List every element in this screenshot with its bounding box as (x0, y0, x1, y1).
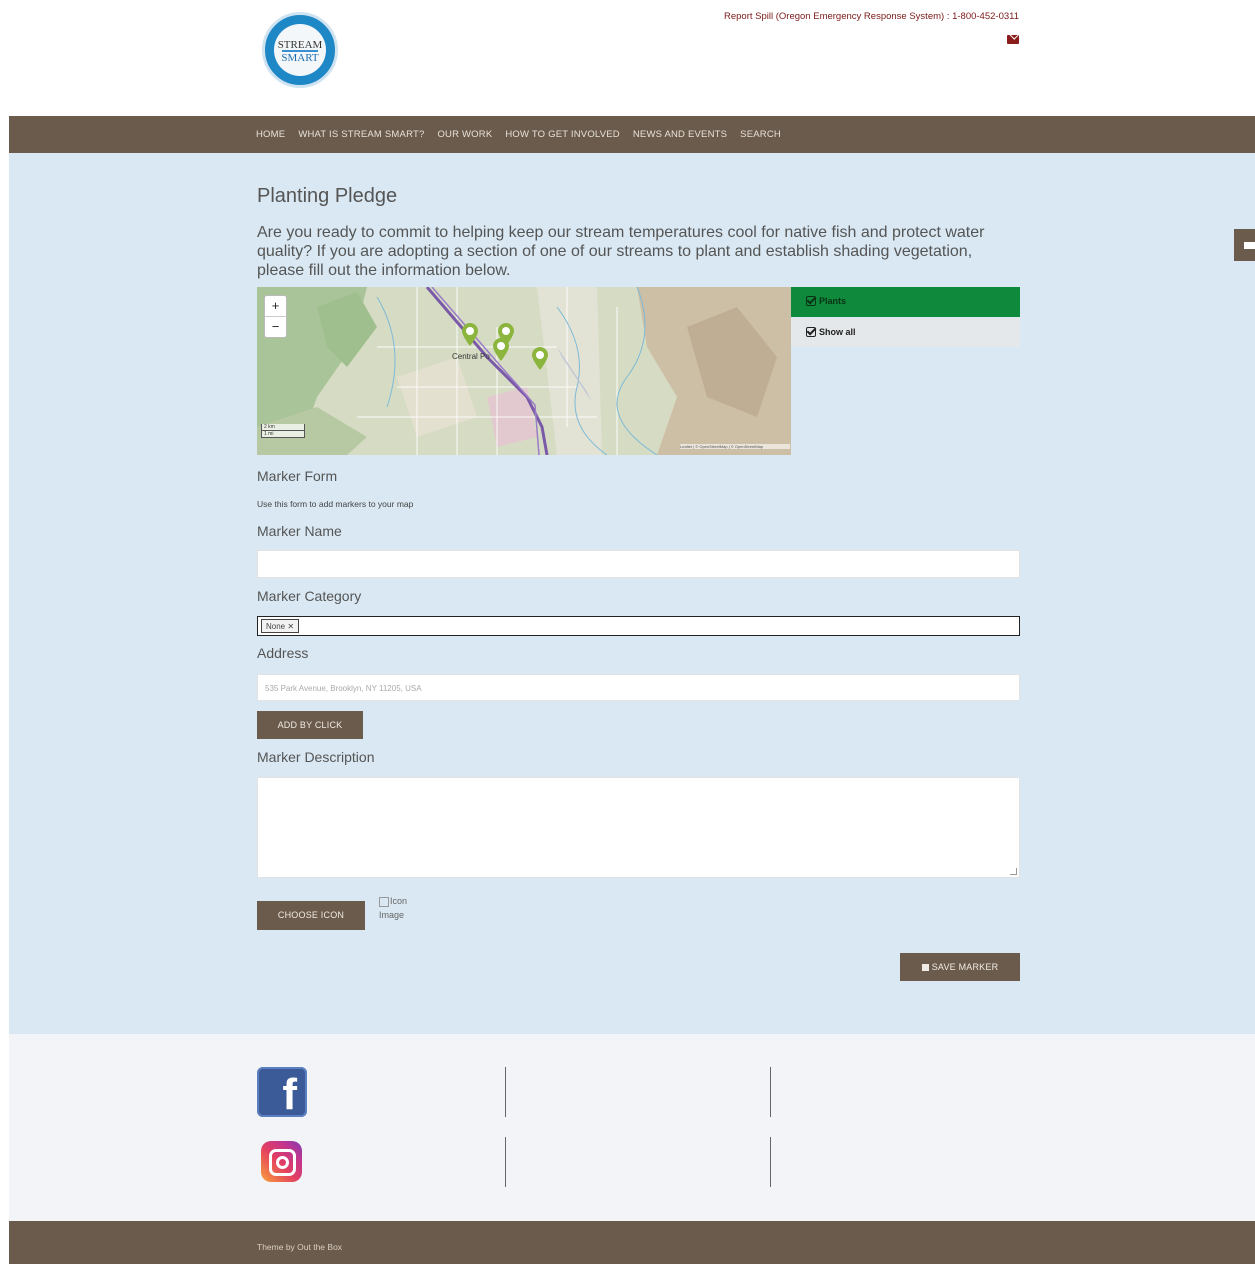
layer-show-all-label: Show all (819, 327, 856, 337)
theme-credit[interactable]: Theme by Out the Box (257, 1242, 342, 1252)
facebook-icon[interactable]: f (257, 1067, 307, 1117)
layer-plants[interactable]: Plants (791, 287, 1020, 317)
category-tag-none[interactable]: None ✕ (261, 619, 300, 633)
nav-item-search[interactable]: SEARCH (740, 129, 781, 140)
map-marker-icon[interactable] (461, 323, 479, 347)
layer-plants-row: Plants (806, 296, 846, 306)
zoom-in-icon[interactable]: + (265, 296, 286, 317)
marker-form-help: Use this form to add markers to your map (257, 499, 414, 509)
address-placeholder: 535 Park Avenue, Brooklyn, NY 11205, USA (265, 684, 422, 693)
map-tiles (257, 287, 791, 455)
footer-divider (770, 1067, 771, 1117)
choose-icon-button[interactable]: CHOOSE ICON (257, 901, 365, 930)
nav-item-how-to-get-involved[interactable]: HOW TO GET INVOLVED (505, 129, 619, 140)
marker-description-textarea[interactable] (257, 777, 1020, 878)
mail-icon[interactable] (1007, 35, 1019, 44)
checkbox-icon[interactable] (806, 327, 816, 337)
marker-name-input[interactable] (257, 550, 1020, 578)
save-marker-label: SAVE MARKER (931, 962, 999, 972)
logo-inner: STREAM SMART (274, 24, 326, 76)
zoom-control: + − (264, 295, 287, 338)
icon-image-placeholder: Icon Image (379, 894, 419, 922)
main-content (9, 153, 1255, 1034)
footer-divider (505, 1067, 506, 1117)
main-nav: HOME WHAT IS STREAM SMART? OUR WORK HOW … (9, 116, 1255, 153)
side-contact-tab[interactable] (1234, 229, 1255, 261)
nav-item-home[interactable]: HOME (256, 129, 285, 140)
report-spill-text: Report Spill (Oregon Emergency Response … (724, 11, 1019, 22)
layer-show-all-row: Show all (806, 327, 856, 337)
map[interactable] (257, 287, 791, 455)
broken-image-icon (379, 896, 389, 907)
zoom-out-icon[interactable]: − (265, 317, 286, 337)
map-town-label: Central Po (452, 352, 490, 361)
nav-item-what-is-stream-smart[interactable]: WHAT IS STREAM SMART? (298, 129, 424, 140)
nav-item-our-work[interactable]: OUR WORK (437, 129, 492, 140)
map-marker-icon[interactable] (531, 347, 549, 371)
nav-item-news-and-events[interactable]: NEWS AND EVENTS (633, 129, 727, 140)
site-logo[interactable]: STREAM SMART (262, 12, 338, 88)
marker-name-label: Marker Name (257, 523, 342, 539)
footer-divider (770, 1137, 771, 1187)
scale-km: 2 km (261, 424, 305, 431)
map-scale: 2 km 1 mi (261, 424, 305, 440)
footer-widgets (9, 1034, 1255, 1221)
resize-handle-icon[interactable] (1010, 868, 1017, 875)
marker-description-label: Marker Description (257, 749, 375, 765)
map-attribution: Leaflet | © OpenStreetMap | © OpenStreet… (680, 444, 790, 449)
map-marker-icon[interactable] (492, 338, 510, 362)
marker-category-select[interactable]: None ✕ (257, 616, 1020, 636)
footer-divider (505, 1137, 506, 1187)
save-marker-button[interactable]: SAVE MARKER (900, 953, 1020, 981)
marker-category-label: Marker Category (257, 588, 362, 604)
logo-text-bottom: SMART (281, 52, 319, 64)
page-title: Planting Pledge (257, 185, 398, 207)
intro-text: Are you ready to commit to helping keep … (257, 224, 985, 279)
save-icon (921, 964, 929, 971)
add-by-click-button[interactable]: ADD BY CLICK (257, 711, 363, 739)
nav-items: HOME WHAT IS STREAM SMART? OUR WORK HOW … (256, 129, 781, 140)
instagram-icon[interactable] (261, 1141, 302, 1182)
address-label: Address (257, 645, 309, 661)
layer-plants-label: Plants (819, 296, 847, 306)
scale-mi: 1 mi (261, 431, 305, 438)
icon-alt-2: Image (379, 910, 405, 920)
bottom-bar: Theme by Out the Box (9, 1221, 1255, 1264)
checkbox-icon[interactable] (806, 296, 816, 306)
layer-show-all[interactable]: Show all (791, 318, 1020, 347)
marker-form-heading: Marker Form (257, 468, 338, 484)
address-input[interactable]: 535 Park Avenue, Brooklyn, NY 11205, USA (257, 674, 1020, 701)
icon-alt-1: Icon (390, 896, 408, 906)
